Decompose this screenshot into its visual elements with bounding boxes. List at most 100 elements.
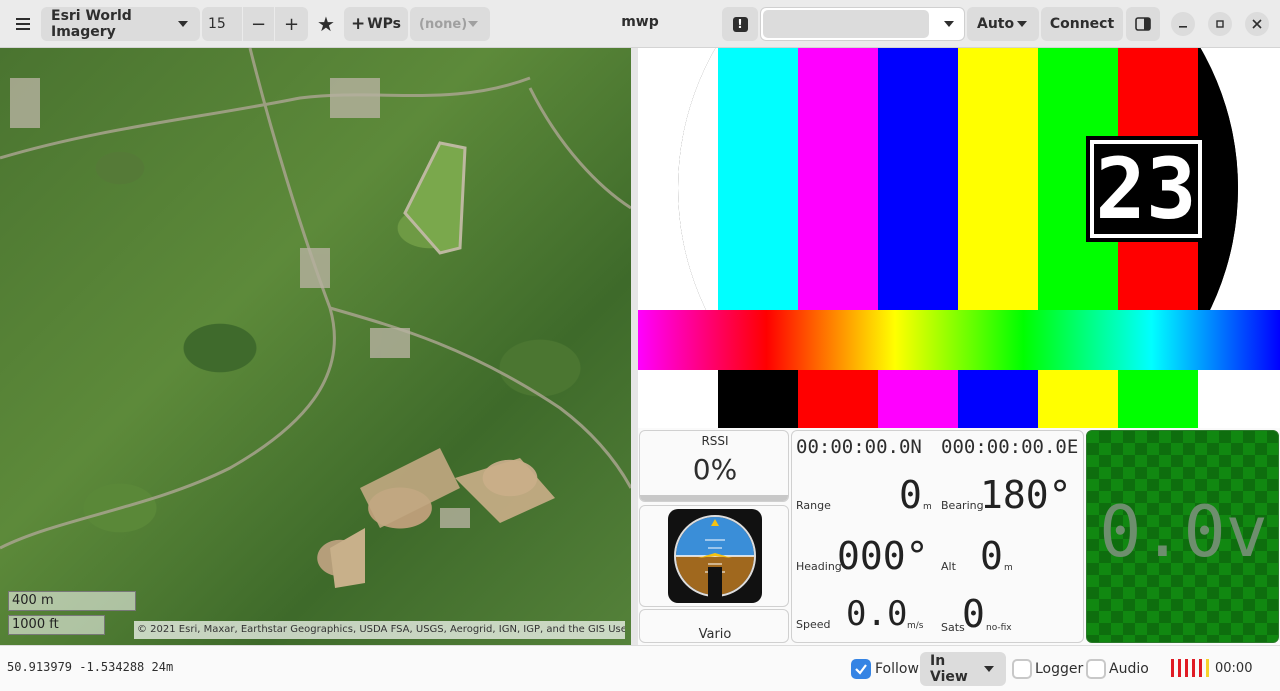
chevron-down-icon — [178, 21, 188, 27]
longitude-value: 000:00:00.0E — [941, 436, 1079, 458]
horizon-panel — [639, 505, 789, 607]
close-icon — [1252, 19, 1262, 29]
close-button[interactable] — [1245, 12, 1269, 36]
waypoints-label: WPs — [367, 16, 402, 32]
signal-bar — [1192, 659, 1195, 677]
favourite-button[interactable]: ★ — [312, 7, 340, 41]
latitude-value: 00:00:00.0N — [796, 436, 922, 458]
lower-color-bar — [798, 370, 878, 428]
lower-color-bar — [958, 370, 1038, 428]
channel-number-badge: 23 — [1086, 136, 1206, 242]
signal-strength-icon — [1171, 659, 1209, 677]
maximize-button[interactable] — [1208, 12, 1232, 36]
rssi-level-bar — [640, 495, 788, 501]
elapsed-timer: 00:00 — [1215, 661, 1253, 676]
maximize-icon — [1216, 20, 1224, 28]
logger-checkbox[interactable] — [1012, 659, 1032, 679]
bearing-value: 180° — [980, 473, 1072, 517]
rssi-panel: RSSI 0% — [639, 430, 789, 502]
main-menu-button[interactable] — [8, 7, 38, 41]
minimize-button[interactable] — [1171, 12, 1195, 36]
minus-icon: − — [250, 13, 267, 35]
rainbow-band — [638, 310, 1280, 370]
sats-value: 0 — [962, 592, 985, 636]
connect-button[interactable]: Connect — [1041, 7, 1123, 41]
bearing-label: Bearing — [941, 499, 984, 512]
mission-dropdown[interactable]: (none) — [410, 7, 490, 41]
audio-label[interactable]: Audio — [1109, 661, 1149, 677]
view-mode-label: In View — [930, 653, 968, 685]
protocol-dropdown[interactable]: Auto — [967, 7, 1039, 41]
speed-label: Speed — [796, 618, 831, 631]
alert-button[interactable]: ! — [722, 7, 758, 41]
logger-label[interactable]: Logger — [1035, 661, 1083, 677]
pane-divider[interactable] — [631, 48, 638, 645]
altitude-unit: m — [1004, 563, 1013, 573]
heading-label: Heading — [796, 560, 842, 573]
battery-voltage: 0.0v — [1099, 491, 1268, 573]
waypoints-button[interactable]: + WPs — [344, 7, 408, 41]
range-unit: m — [923, 502, 932, 512]
follow-label[interactable]: Follow — [875, 661, 919, 677]
minimize-icon — [1179, 26, 1187, 28]
zoom-level-value: 15 — [208, 16, 226, 32]
signal-bar — [1199, 659, 1202, 677]
map-attribution: © 2021 Esri, Maxar, Earthstar Geographic… — [134, 621, 625, 639]
signal-bar — [1178, 659, 1181, 677]
color-bar — [878, 48, 958, 310]
sidebar-toggle-button[interactable] — [1126, 7, 1160, 41]
view-mode-dropdown[interactable]: In View — [920, 652, 1006, 686]
vario-panel: Vario — [639, 609, 789, 643]
plus-icon: + — [350, 14, 366, 34]
chevron-down-icon — [468, 21, 478, 27]
map-source-label: Esri World Imagery — [51, 8, 132, 40]
hamburger-menu-icon — [16, 18, 30, 30]
device-combobox[interactable] — [760, 7, 965, 41]
star-icon: ★ — [317, 12, 335, 36]
map-source-dropdown[interactable]: Esri World Imagery — [41, 7, 200, 41]
mission-select-label: (none) — [419, 16, 468, 32]
artificial-horizon-icon — [668, 509, 762, 603]
satellite-map[interactable]: 400 m 1000 ft © 2021 Esri, Maxar, Earths… — [0, 48, 631, 645]
window-title: mwp — [621, 14, 659, 30]
speed-unit: m/s — [907, 621, 924, 631]
color-bar — [798, 48, 878, 310]
vario-label: Vario — [698, 627, 732, 642]
signal-bar — [1171, 659, 1174, 677]
chevron-down-icon — [1017, 21, 1027, 27]
sats-fix-status: no-fix — [986, 623, 1012, 633]
connect-label: Connect — [1049, 16, 1115, 32]
lower-color-bar — [718, 370, 798, 428]
telemetry-panel: 00:00:00.0N 000:00:00.0E Range 0 m Beari… — [791, 430, 1084, 643]
rssi-label: RSSI — [701, 434, 729, 448]
scale-metric: 400 m — [8, 591, 136, 611]
channel-number: 23 — [1094, 140, 1198, 238]
lower-right-block — [1198, 370, 1280, 428]
range-label: Range — [796, 499, 831, 512]
device-entry[interactable] — [763, 10, 929, 38]
checkmark-icon — [855, 664, 867, 675]
protocol-label: Auto — [977, 16, 1015, 32]
heading-value: 000° — [837, 534, 929, 578]
zoom-level-field[interactable]: 15 — [202, 7, 242, 41]
sidebar-icon — [1135, 17, 1151, 31]
chevron-down-icon — [984, 666, 994, 672]
plus-icon: + — [283, 13, 300, 35]
color-bar — [718, 48, 798, 310]
speed-value: 0.0 — [846, 594, 908, 634]
chevron-down-icon — [944, 21, 954, 27]
zoom-in-button[interactable]: + — [275, 7, 308, 41]
color-bar — [958, 48, 1038, 310]
follow-checkbox[interactable] — [851, 659, 871, 679]
range-value: 0 — [899, 473, 922, 517]
header-bar: Esri World Imagery 15 − + ★ + WPs (none)… — [0, 0, 1280, 48]
audio-checkbox[interactable] — [1086, 659, 1106, 679]
lower-color-bar — [1038, 370, 1118, 428]
altitude-label: Alt — [941, 560, 956, 573]
battery-panel: 0.0v — [1086, 430, 1279, 643]
video-feed: 23 — [638, 48, 1280, 428]
zoom-out-button[interactable]: − — [243, 7, 274, 41]
status-bar: 50.913979 -1.534288 24m Follow In View L… — [0, 645, 1280, 691]
signal-bar — [1206, 659, 1209, 677]
scale-imperial: 1000 ft — [8, 615, 105, 635]
